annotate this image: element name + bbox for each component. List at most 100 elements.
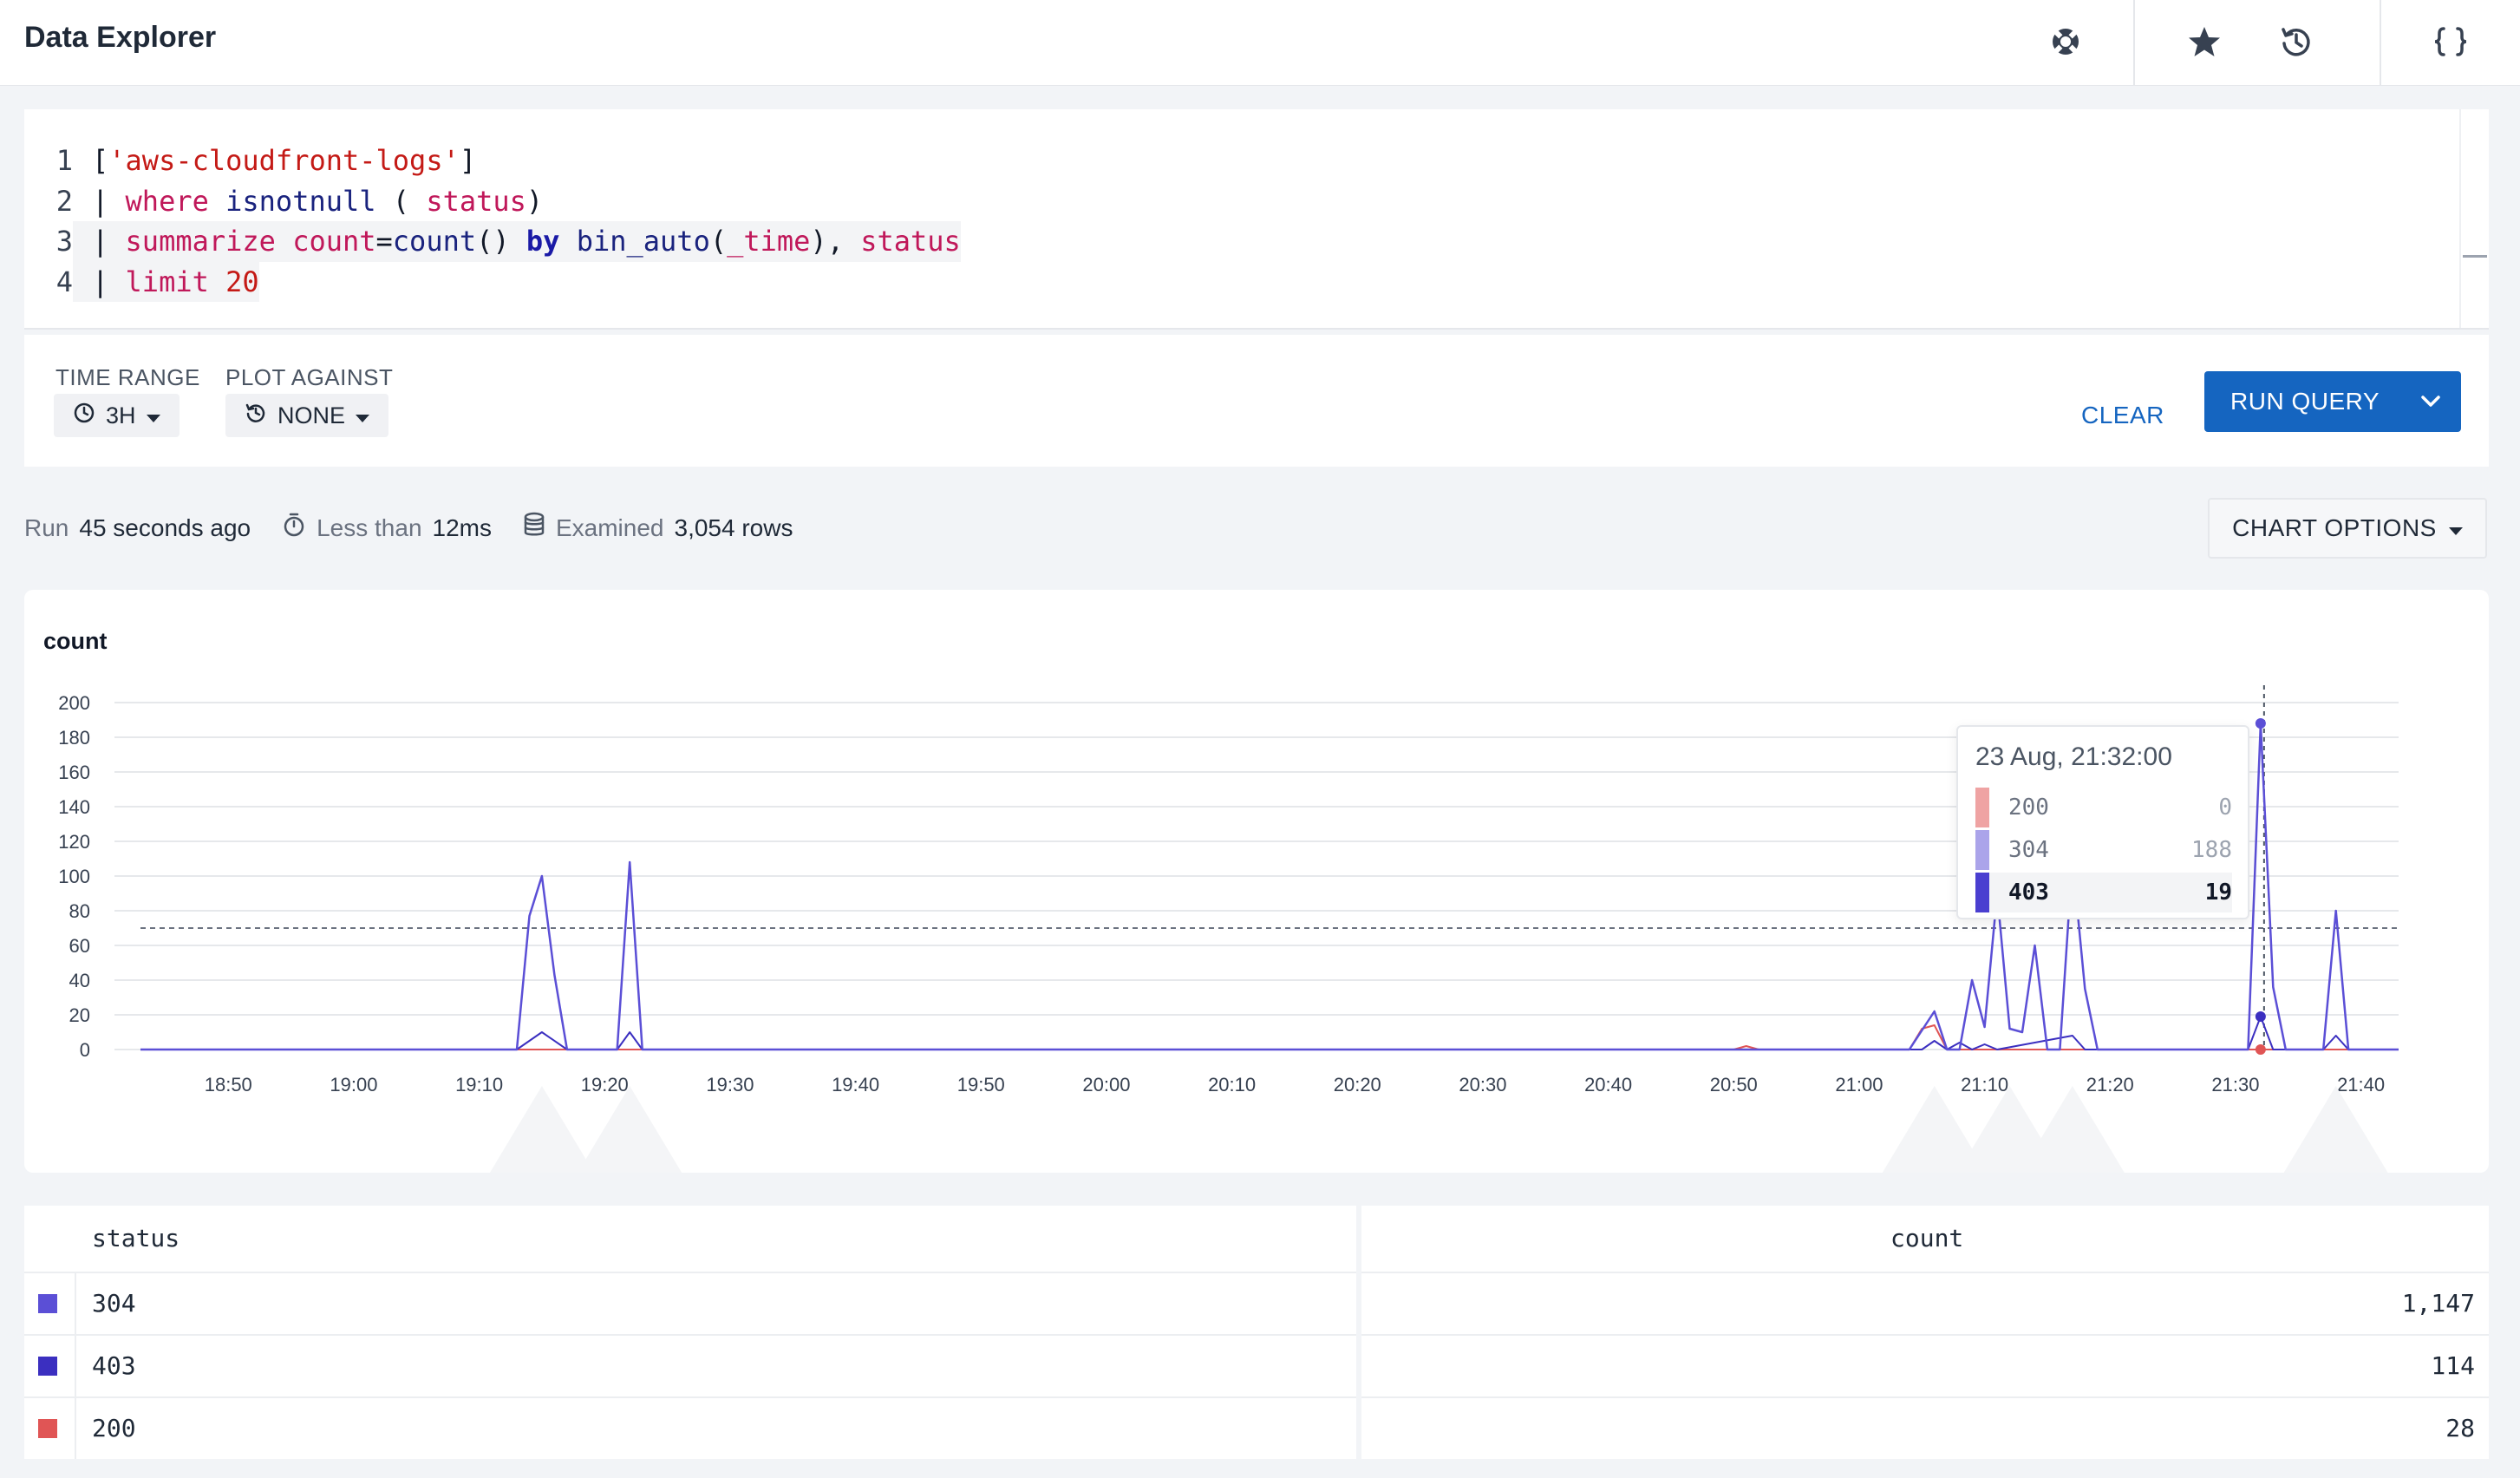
y-axis-label: count: [43, 628, 108, 654]
plot-against-dropdown[interactable]: NONE: [225, 394, 389, 437]
code-lines[interactable]: 1 ['aws-cloudfront-logs'] 2 | where isnotnu…: [24, 141, 961, 302]
toolbar-divider: [2133, 0, 2135, 85]
database-icon: [523, 512, 545, 544]
tooltip-series-value: 19: [2204, 880, 2232, 906]
x-tick-label: 19:40: [832, 1074, 879, 1095]
cell-status: 304: [92, 1289, 136, 1318]
x-tick-label: 19:00: [330, 1074, 377, 1095]
chart-tooltip: 23 Aug, 21:32:00 200 0 304 188 403 19: [1956, 725, 2249, 919]
table-row[interactable]: 403 114: [24, 1334, 2489, 1396]
code-line[interactable]: 4 | limit 20: [24, 261, 961, 302]
top-bar: Data Explorer: [0, 0, 2520, 86]
code-line[interactable]: 2 | where isnotnull ( status): [24, 181, 961, 222]
column-header-status[interactable]: status: [92, 1206, 180, 1272]
chevron-down-icon[interactable]: [2400, 371, 2461, 432]
caret-down-icon: [2448, 514, 2463, 542]
stopwatch-icon: [282, 512, 306, 544]
cell-count: 28: [2445, 1414, 2475, 1442]
column-resizer[interactable]: [1356, 1206, 1361, 1459]
run-stat: Run 45 seconds ago: [24, 514, 251, 542]
line-number: 1: [55, 144, 73, 177]
tooltip-series-name: 304: [2008, 837, 2049, 863]
y-tick-label: 60: [69, 935, 90, 957]
query-controls: TIME RANGE 3H PLOT AGAINST NONE CLEAR RU…: [24, 335, 2489, 467]
lifebuoy-icon[interactable]: [2043, 19, 2088, 64]
annotation-marker: [578, 1086, 682, 1173]
series-swatch: [38, 1294, 57, 1313]
x-tick-label: 21:00: [1835, 1074, 1883, 1095]
examined-prefix: Examined: [555, 513, 664, 541]
y-tick-label: 160: [58, 762, 90, 783]
tooltip-series-name: 403: [2008, 880, 2049, 906]
query-editor[interactable]: 1 ['aws-cloudfront-logs'] 2 | where isnotnu…: [24, 109, 2489, 330]
line-code[interactable]: | summarize count=count() by bin_auto(_t…: [73, 221, 961, 262]
clear-button[interactable]: CLEAR: [2081, 387, 2164, 444]
cell-count: 1,147: [2401, 1289, 2475, 1318]
results-table: status count 304 1,147 403 114 200 28: [24, 1206, 2489, 1459]
query-stats: Run 45 seconds ago Less than 12ms Examin…: [24, 512, 824, 544]
line-code[interactable]: | limit 20: [73, 261, 259, 302]
x-tick-label: 20:40: [1584, 1074, 1632, 1095]
x-tick-label: 19:50: [957, 1074, 1005, 1095]
y-tick-label: 120: [58, 831, 90, 853]
chart-options-button[interactable]: CHART OPTIONS: [2208, 498, 2487, 559]
line-number: 2: [55, 184, 73, 218]
column-header-count[interactable]: count: [1890, 1206, 1963, 1272]
table-row[interactable]: 304 1,147: [24, 1272, 2489, 1334]
duration-prefix: Less than: [317, 513, 422, 541]
line-code[interactable]: | where isnotnull ( status): [73, 181, 543, 222]
x-tick-label: 21:30: [2211, 1074, 2259, 1095]
cell-count: 114: [2431, 1351, 2475, 1380]
time-range-dropdown[interactable]: 3H: [54, 394, 180, 437]
cell-status: 403: [92, 1351, 136, 1380]
y-tick-label: 140: [58, 796, 90, 818]
x-tick-label: 21:10: [1961, 1074, 2008, 1095]
braces-icon[interactable]: [2428, 19, 2473, 64]
cell-status: 200: [92, 1414, 136, 1442]
code-line[interactable]: 3 | summarize count=count() by bin_auto(_…: [24, 221, 961, 262]
history-icon: [245, 402, 267, 430]
x-tick-label: 19:30: [706, 1074, 754, 1095]
x-tick-label: 20:00: [1082, 1074, 1130, 1095]
caret-down-icon: [146, 402, 160, 429]
examined-stat: Examined 3,054 rows: [523, 512, 793, 544]
chart-options-label: CHART OPTIONS: [2232, 514, 2437, 541]
hover-point-403: [2255, 1011, 2266, 1022]
run-value: 45 seconds ago: [79, 513, 251, 541]
x-tick-label: 21:20: [2086, 1074, 2134, 1095]
x-tick-label: 18:50: [205, 1074, 252, 1095]
y-tick-label: 200: [58, 692, 90, 714]
code-line[interactable]: 1 ['aws-cloudfront-logs']: [24, 141, 961, 181]
tooltip-time: 23 Aug, 21:32:00: [1975, 742, 2172, 771]
tooltip-row-403: 403 19: [1975, 873, 2232, 912]
plot-against-value: NONE: [277, 402, 346, 428]
x-tick-label: 21:40: [2337, 1074, 2385, 1095]
examined-value: 3,054 rows: [674, 513, 793, 541]
x-tick-label: 20:30: [1459, 1074, 1506, 1095]
x-tick-label: 19:20: [581, 1074, 629, 1095]
y-tick-label: 20: [69, 1004, 90, 1026]
y-tick-label: 180: [58, 727, 90, 749]
tooltip-series-value: 0: [2218, 795, 2232, 821]
table-row[interactable]: 200 28: [24, 1396, 2489, 1459]
run-query-label: RUN QUERY: [2230, 388, 2380, 415]
series-swatch: [38, 1357, 57, 1376]
annotation-marker: [2020, 1086, 2125, 1173]
plot-against-label: PLOT AGAINST: [225, 364, 394, 390]
tooltip-row-200: 200 0: [1975, 788, 2232, 827]
x-tick-label: 20:20: [1334, 1074, 1381, 1095]
y-tick-label: 40: [69, 970, 90, 991]
editor-scrollbar[interactable]: [2459, 109, 2489, 328]
hover-point-304: [2255, 718, 2266, 729]
series-swatch: [38, 1419, 57, 1438]
run-query-button[interactable]: RUN QUERY: [2204, 371, 2461, 432]
time-range-value: 3H: [106, 402, 136, 428]
chart-panel[interactable]: count 0 20 40 60 80 100 120 140 160 180 200 18:50 19:…: [24, 590, 2489, 1173]
annotation-marker: [2283, 1086, 2388, 1173]
line-code[interactable]: ['aws-cloudfront-logs']: [73, 141, 476, 181]
y-tick-label: 0: [80, 1039, 90, 1061]
history-icon[interactable]: [2274, 19, 2319, 64]
tooltip-series-name: 200: [2008, 795, 2049, 821]
run-prefix: Run: [24, 513, 69, 541]
star-icon[interactable]: [2182, 19, 2227, 64]
